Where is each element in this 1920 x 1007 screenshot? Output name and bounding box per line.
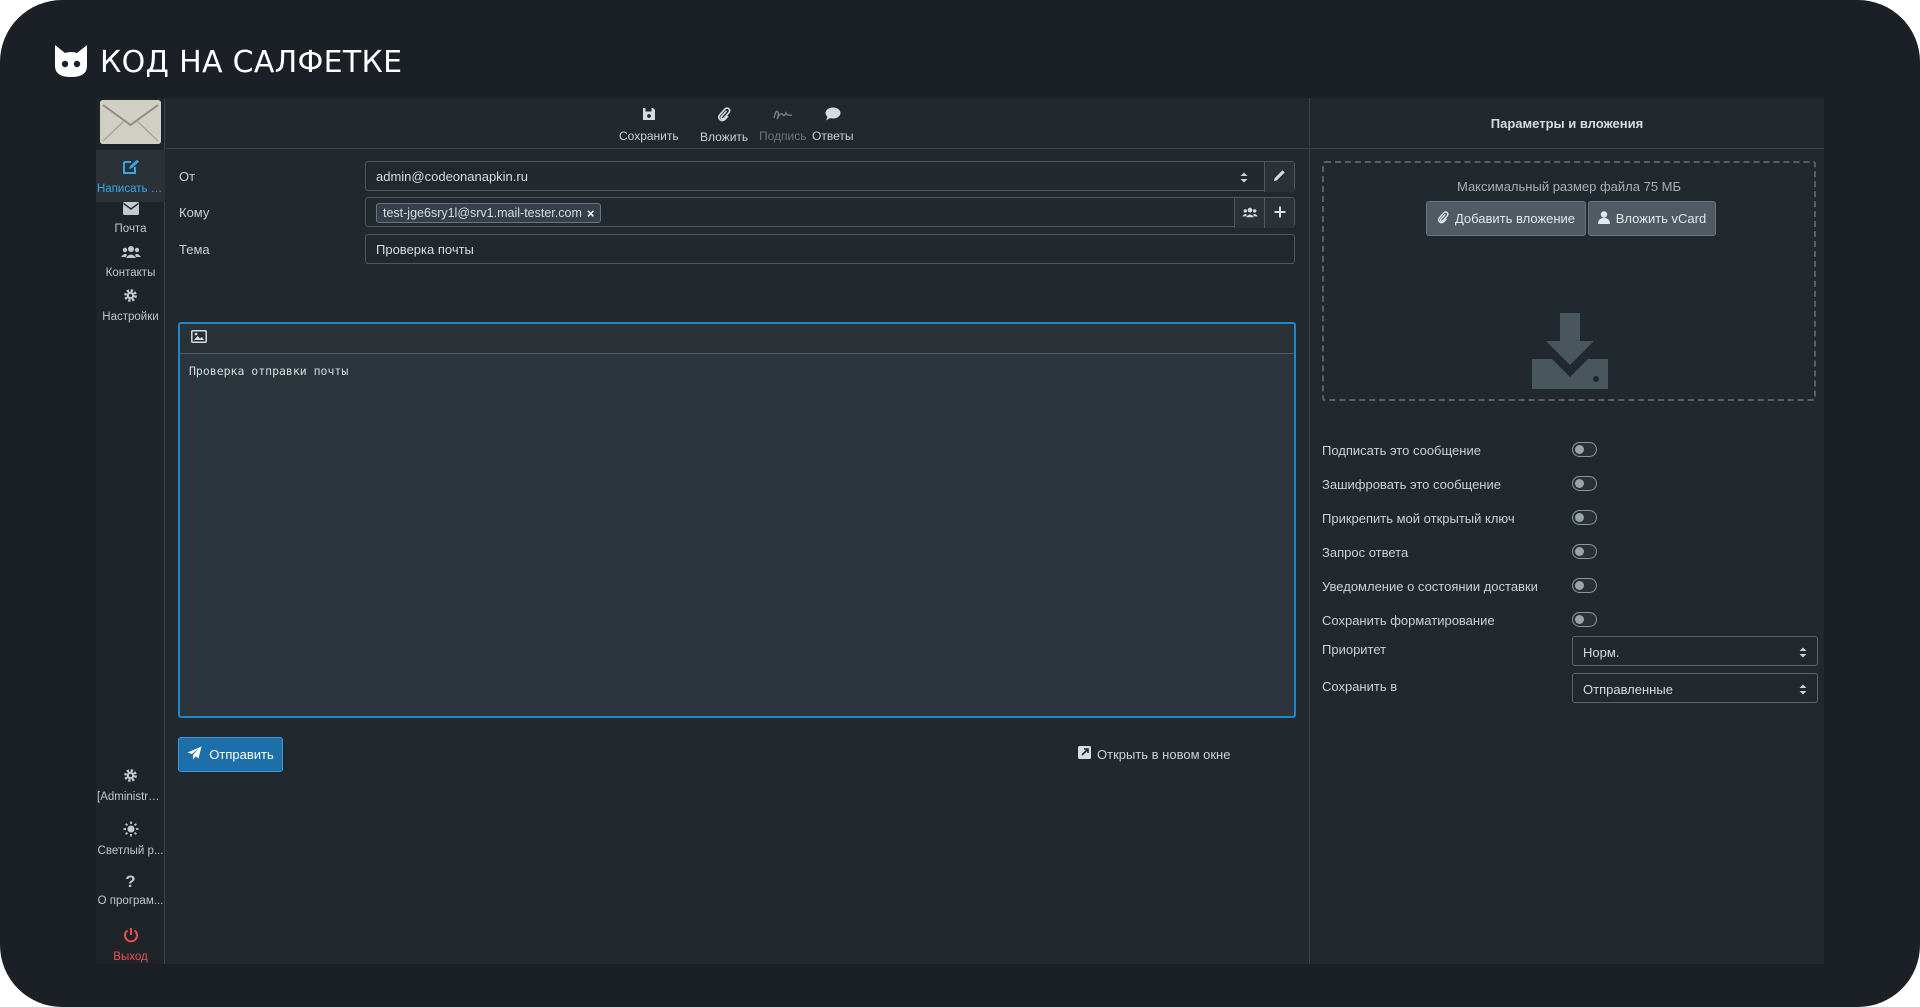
attachment-dropzone[interactable]: Максимальный размер файла 75 МБ Добавить… [1322, 161, 1816, 401]
from-value: admin@codeonanapkin.ru [376, 169, 528, 184]
paperclip-icon [1437, 210, 1449, 227]
subject-value: Проверка почты [376, 242, 474, 257]
remove-recipient-icon[interactable]: × [587, 206, 595, 221]
delivery-status-option: Уведомление о состоянии доставки [1322, 574, 1816, 598]
cat-face-icon [51, 40, 91, 85]
subject-label: Тема [179, 242, 210, 257]
select-arrows-icon [1799, 683, 1807, 698]
attach-public-key-toggle[interactable] [1572, 510, 1597, 525]
sidebar-item-label: [Administra... [97, 791, 165, 803]
brand-title: КОД НА САЛФЕТКЕ [100, 44, 403, 80]
to-input[interactable]: test-jge6sry1l@srv1.mail-tester.com × [365, 197, 1295, 228]
add-attachment-button[interactable]: Добавить вложение [1426, 201, 1586, 236]
sidebar-item-label: Светлый р... [97, 845, 164, 857]
save-in-label: Сохранить в [1322, 679, 1398, 694]
send-button[interactable]: Отправить [178, 737, 283, 772]
select-arrows-icon [1240, 171, 1248, 186]
paperclip-icon [717, 107, 731, 125]
sidebar-item-label: Настройки [102, 311, 159, 323]
save-button[interactable]: Сохранить [619, 107, 679, 143]
max-file-size: Максимальный размер файла 75 МБ [1456, 179, 1682, 194]
app-logo[interactable] [100, 100, 161, 144]
users-icon [120, 245, 141, 262]
screen-frame: КОД НА САЛФЕТКЕ Написать с... Почта Конт… [0, 0, 1920, 1007]
message-editor[interactable]: Проверка отправки почты [178, 322, 1296, 718]
message-body[interactable]: Проверка отправки почты [180, 354, 1294, 388]
image-icon[interactable] [191, 329, 207, 348]
paper-plane-icon [187, 746, 202, 763]
subject-input[interactable]: Проверка почты [365, 234, 1295, 264]
attach-public-key-option: Прикрепить мой открытый ключ [1322, 506, 1816, 530]
subject-row: Тема Проверка почты [166, 234, 1308, 266]
mail-app: Написать с... Почта Контакты Настройки [… [96, 98, 1824, 964]
from-row: От admin@codeonanapkin.ru [166, 161, 1308, 193]
compose-toolbar: Сохранить Вложить Подпись Ответы [166, 98, 1308, 149]
edit-identity-button[interactable] [1264, 162, 1294, 192]
from-select[interactable]: admin@codeonanapkin.ru [365, 161, 1295, 192]
select-arrows-icon [1799, 646, 1807, 661]
sidebar-item-label: Почта [114, 223, 147, 235]
recipient-chip[interactable]: test-jge6sry1l@srv1.mail-tester.com × [376, 203, 602, 223]
plus-icon [1274, 206, 1286, 221]
priority-label: Приоритет [1322, 642, 1387, 657]
edit-icon [122, 159, 140, 178]
encrypt-message-toggle[interactable] [1572, 476, 1597, 491]
attach-vcard-button[interactable]: Вложить vCard [1588, 201, 1716, 236]
sun-icon [123, 821, 139, 840]
sidebar-item-label: О програм... [97, 895, 164, 907]
save-in-option: Сохранить в Отправленные [1322, 673, 1818, 703]
gear-icon [123, 288, 138, 306]
priority-select[interactable]: Норм. [1572, 636, 1818, 666]
sidebar-item-admin[interactable]: [Administra... [96, 759, 165, 811]
to-row: Кому test-jge6sry1l@srv1.mail-tester.com… [166, 197, 1308, 229]
power-icon [123, 927, 139, 946]
pencil-icon [1273, 169, 1286, 185]
sign-message-toggle[interactable] [1572, 442, 1597, 457]
return-receipt-option: Запрос ответа [1322, 540, 1816, 564]
editor-toolbar [180, 324, 1294, 354]
to-label: Кому [179, 205, 210, 220]
signature-button[interactable]: Подпись [759, 107, 807, 143]
brand-header: КОД НА САЛФЕТКЕ [51, 42, 402, 82]
gear-icon [123, 768, 138, 786]
from-label: От [179, 169, 196, 184]
attach-button[interactable]: Вложить [700, 107, 748, 144]
user-icon [1597, 210, 1610, 227]
floppy-disk-icon [642, 107, 656, 124]
sidebar: Написать с... Почта Контакты Настройки [… [96, 98, 165, 964]
comment-icon [825, 107, 841, 124]
open-new-window-link[interactable]: Открыть в новом окне [1078, 746, 1230, 762]
add-contact-group-button[interactable] [1234, 198, 1264, 228]
return-receipt-toggle[interactable] [1572, 544, 1597, 559]
save-in-select[interactable]: Отправленные [1572, 673, 1818, 703]
compose-form: От admin@codeonanapkin.ru Кому test-jge6… [166, 149, 1308, 964]
keep-formatting-toggle[interactable] [1572, 612, 1597, 627]
encrypt-message-option: Зашифровать это сообщение [1322, 472, 1816, 496]
envelope-icon [122, 202, 139, 218]
question-icon: ? [125, 872, 136, 891]
responses-button[interactable]: Ответы [812, 107, 853, 143]
external-window-icon [1078, 746, 1091, 762]
sidebar-item-label: Выход [113, 951, 148, 963]
signature-icon [773, 107, 793, 124]
sidebar-item-settings[interactable]: Настройки [96, 279, 165, 331]
delivery-status-toggle[interactable] [1572, 578, 1597, 593]
recipient-email: test-jge6sry1l@srv1.mail-tester.com [383, 206, 582, 220]
sidebar-item-about[interactable]: ? О програм... [96, 865, 165, 917]
add-recipient-button[interactable] [1264, 198, 1294, 228]
users-icon [1241, 206, 1258, 221]
priority-option: Приоритет Норм. [1322, 636, 1818, 666]
options-panel: Параметры и вложения Максимальный размер… [1309, 98, 1824, 964]
sidebar-item-theme[interactable]: Светлый р... [96, 812, 165, 864]
sidebar-item-label: Контакты [105, 267, 156, 279]
options-title: Параметры и вложения [1310, 98, 1824, 149]
download-icon [1532, 313, 1608, 394]
sidebar-item-logout[interactable]: Выход [96, 918, 165, 970]
keep-formatting-option: Сохранить форматирование [1322, 608, 1816, 632]
sign-message-option: Подписать это сообщение [1322, 438, 1816, 462]
